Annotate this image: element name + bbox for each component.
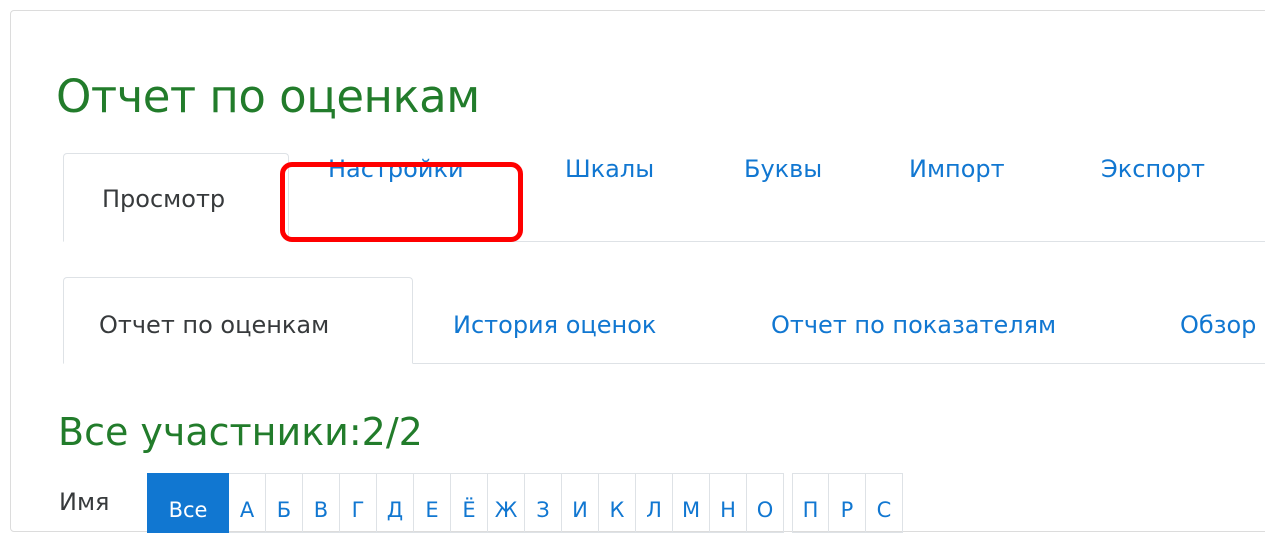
sub-tabs: Отчет по оценкам История оценок Отчет по… [63,277,1265,364]
initial-letter-button[interactable]: Д [377,473,414,533]
initial-letter-button[interactable]: Л [636,473,673,533]
tab-scales[interactable]: Шкалы [565,154,654,184]
initials-filter-bar: Все А Б В Г Д Е Ё Ж З И К Л М Н О П Р С [147,473,903,533]
initial-all-button[interactable]: Все [147,473,229,533]
page-title: Отчет по оценкам [56,70,480,123]
initial-letter-button[interactable]: В [303,473,340,533]
initial-letter-button[interactable]: И [562,473,599,533]
initial-letter-button[interactable]: Р [829,473,866,533]
subtab-outcomes-report[interactable]: Отчет по показателям [771,310,1056,340]
main-tabs: Просмотр Настройки Шкалы Буквы Импорт Эк… [63,153,1265,242]
subtab-grader-report-label: Отчет по оценкам [99,311,330,339]
tab-export[interactable]: Экспорт [1101,154,1205,184]
subtab-overview[interactable]: Обзор [1180,310,1256,340]
initial-letter-button[interactable]: С [866,473,903,533]
first-name-label: Имя [59,488,110,516]
participants-title: Все участники:2/2 [58,410,423,454]
initial-letter-button[interactable]: Н [710,473,747,533]
initial-letter-button[interactable]: М [673,473,710,533]
initial-letter-button[interactable]: Е [414,473,451,533]
initial-letter-button[interactable]: О [747,473,784,533]
initial-letter-button[interactable]: Б [266,473,303,533]
initial-letter-button[interactable]: З [525,473,562,533]
initial-letter-button[interactable]: Ё [451,473,488,533]
tab-view-label: Просмотр [102,185,226,213]
tab-letters[interactable]: Буквы [744,154,822,184]
tab-import[interactable]: Импорт [909,154,1005,184]
subtab-grade-history[interactable]: История оценок [453,310,656,340]
initial-letter-button[interactable]: Г [340,473,377,533]
settings-tab-highlight [280,162,523,242]
subtab-grader-report[interactable]: Отчет по оценкам [63,277,413,364]
initial-letter-button[interactable]: К [599,473,636,533]
initial-letter-button[interactable]: П [792,473,829,533]
initial-letter-button[interactable]: Ж [488,473,525,533]
tab-view[interactable]: Просмотр [63,153,289,242]
initial-letter-button[interactable]: А [229,473,266,533]
